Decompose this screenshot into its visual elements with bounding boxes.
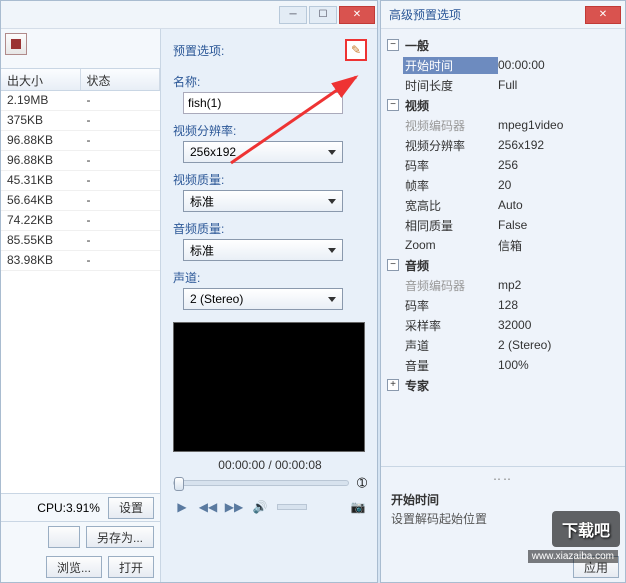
col-status[interactable]: 状态 [81, 69, 161, 90]
k-var[interactable]: 宽高比 [403, 197, 498, 214]
player-controls: ▶ ◀◀ ▶▶ 🔊 📷 [173, 494, 367, 520]
ch-select[interactable]: 2 (Stereo) [183, 288, 343, 310]
close-button[interactable]: ✕ [339, 6, 375, 24]
speaker-icon[interactable]: 🔊 [251, 498, 269, 516]
k-venc[interactable]: 视频编码器 [403, 117, 498, 134]
resize-grip[interactable]: ‥‥ [381, 467, 625, 483]
cat-expert[interactable]: 专家 [403, 377, 498, 394]
chevron-down-icon [328, 199, 336, 204]
res-select[interactable]: 256x192 [183, 141, 343, 163]
k-aenc[interactable]: 音频编码器 [403, 277, 498, 294]
advanced-preset-window: 高级预置选项 ✕ −一般 开始时间00:00:00 时间长度Full −视频 视… [380, 0, 626, 583]
minimize-button[interactable]: ─ [279, 6, 307, 24]
open-button[interactable]: 打开 [108, 556, 154, 578]
chevron-down-icon [328, 248, 336, 253]
preset-panel: 预置选项: ✎ 名称: 视频分辨率: 256x192 视频质量: 标准 音频质量… [161, 29, 377, 582]
preset-title: 预置选项: [173, 42, 224, 59]
k-vbr[interactable]: 码率 [403, 157, 498, 174]
save-as-button[interactable]: 另存为... [86, 526, 154, 548]
stop-icon [11, 39, 21, 49]
aq-label: 音频质量: [173, 220, 367, 237]
table-row[interactable]: 74.22KB- [1, 211, 160, 231]
table-row[interactable]: 45.31KB- [1, 171, 160, 191]
name-label: 名称: [173, 73, 367, 90]
cat-general[interactable]: 一般 [403, 37, 498, 54]
main-window: ─ ☐ ✕ 出大小 状态 2.19MB- 375KB- 96.88KB- 96.… [0, 0, 378, 583]
video-preview [173, 322, 365, 452]
pencil-icon: ✎ [351, 43, 361, 57]
collapse-icon[interactable]: − [387, 259, 399, 271]
snapshot-button[interactable]: 📷 [349, 498, 367, 516]
name-input[interactable] [183, 92, 343, 114]
table-row[interactable]: 85.55KB- [1, 231, 160, 251]
volume-slider[interactable] [277, 504, 307, 510]
cat-video[interactable]: 视频 [403, 97, 498, 114]
table-row[interactable]: 96.88KB- [1, 131, 160, 151]
seek-thumb[interactable] [174, 477, 184, 491]
next-button[interactable]: ▶▶ [225, 498, 243, 516]
play-button[interactable]: ▶ [173, 498, 191, 516]
edit-preset-button[interactable]: ✎ [345, 39, 367, 61]
table-row[interactable]: 96.88KB- [1, 151, 160, 171]
table-row[interactable]: 83.98KB- [1, 251, 160, 271]
collapse-icon[interactable]: − [387, 99, 399, 111]
k-ach[interactable]: 声道 [403, 337, 498, 354]
k-duration[interactable]: 时间长度 [403, 77, 498, 94]
vq-label: 视频质量: [173, 171, 367, 188]
seek-bar-row: ➀ [173, 472, 367, 494]
k-asr[interactable]: 采样率 [403, 317, 498, 334]
browse-button[interactable]: 浏览... [46, 556, 102, 578]
ch-label: 声道: [173, 269, 367, 286]
table-row[interactable]: 375KB- [1, 111, 160, 131]
watermark-brand: 下载吧 [552, 511, 620, 547]
table-row[interactable]: 2.19MB- [1, 91, 160, 111]
aq-select[interactable]: 标准 [183, 239, 343, 261]
clock-icon: ➀ [357, 476, 367, 490]
blank-button-1[interactable] [48, 526, 80, 548]
grid-header: 出大小 状态 [1, 69, 160, 91]
k-vsq[interactable]: 相同质量 [403, 217, 498, 234]
settings-button[interactable]: 设置 [108, 497, 154, 519]
k-abr[interactable]: 码率 [403, 297, 498, 314]
maximize-button[interactable]: ☐ [309, 6, 337, 24]
advanced-close-button[interactable]: ✕ [585, 6, 621, 24]
cat-audio[interactable]: 音频 [403, 257, 498, 274]
left-panel: 出大小 状态 2.19MB- 375KB- 96.88KB- 96.88KB- … [1, 29, 161, 582]
property-tree: −一般 开始时间00:00:00 时间长度Full −视频 视频编码器mpeg1… [381, 29, 625, 397]
k-avol[interactable]: 音量 [403, 357, 498, 374]
desc-title: 开始时间 [391, 491, 615, 508]
vq-select[interactable]: 标准 [183, 190, 343, 212]
collapse-icon[interactable]: − [387, 39, 399, 51]
chevron-down-icon [328, 297, 336, 302]
chevron-down-icon [328, 150, 336, 155]
prev-button[interactable]: ◀◀ [199, 498, 217, 516]
k-vfr[interactable]: 帧率 [403, 177, 498, 194]
k-starttime[interactable]: 开始时间 [403, 57, 498, 74]
main-titlebar: ─ ☐ ✕ [1, 1, 377, 29]
stop-button[interactable] [5, 33, 27, 55]
expand-icon[interactable]: + [387, 379, 399, 391]
watermark-url: www.xiazaiba.com [528, 550, 618, 563]
k-zoom[interactable]: Zoom [403, 238, 498, 252]
advanced-title: 高级预置选项 [389, 6, 461, 23]
col-size[interactable]: 出大小 [1, 69, 81, 90]
cpu-label: CPU:3.91% [37, 501, 100, 515]
table-row[interactable]: 56.64KB- [1, 191, 160, 211]
timecode: 00:00:00 / 00:00:08 [173, 458, 367, 472]
res-label: 视频分辨率: [173, 122, 367, 139]
seek-slider[interactable] [173, 480, 349, 486]
grid-body: 2.19MB- 375KB- 96.88KB- 96.88KB- 45.31KB… [1, 91, 160, 493]
k-vres[interactable]: 视频分辨率 [403, 137, 498, 154]
